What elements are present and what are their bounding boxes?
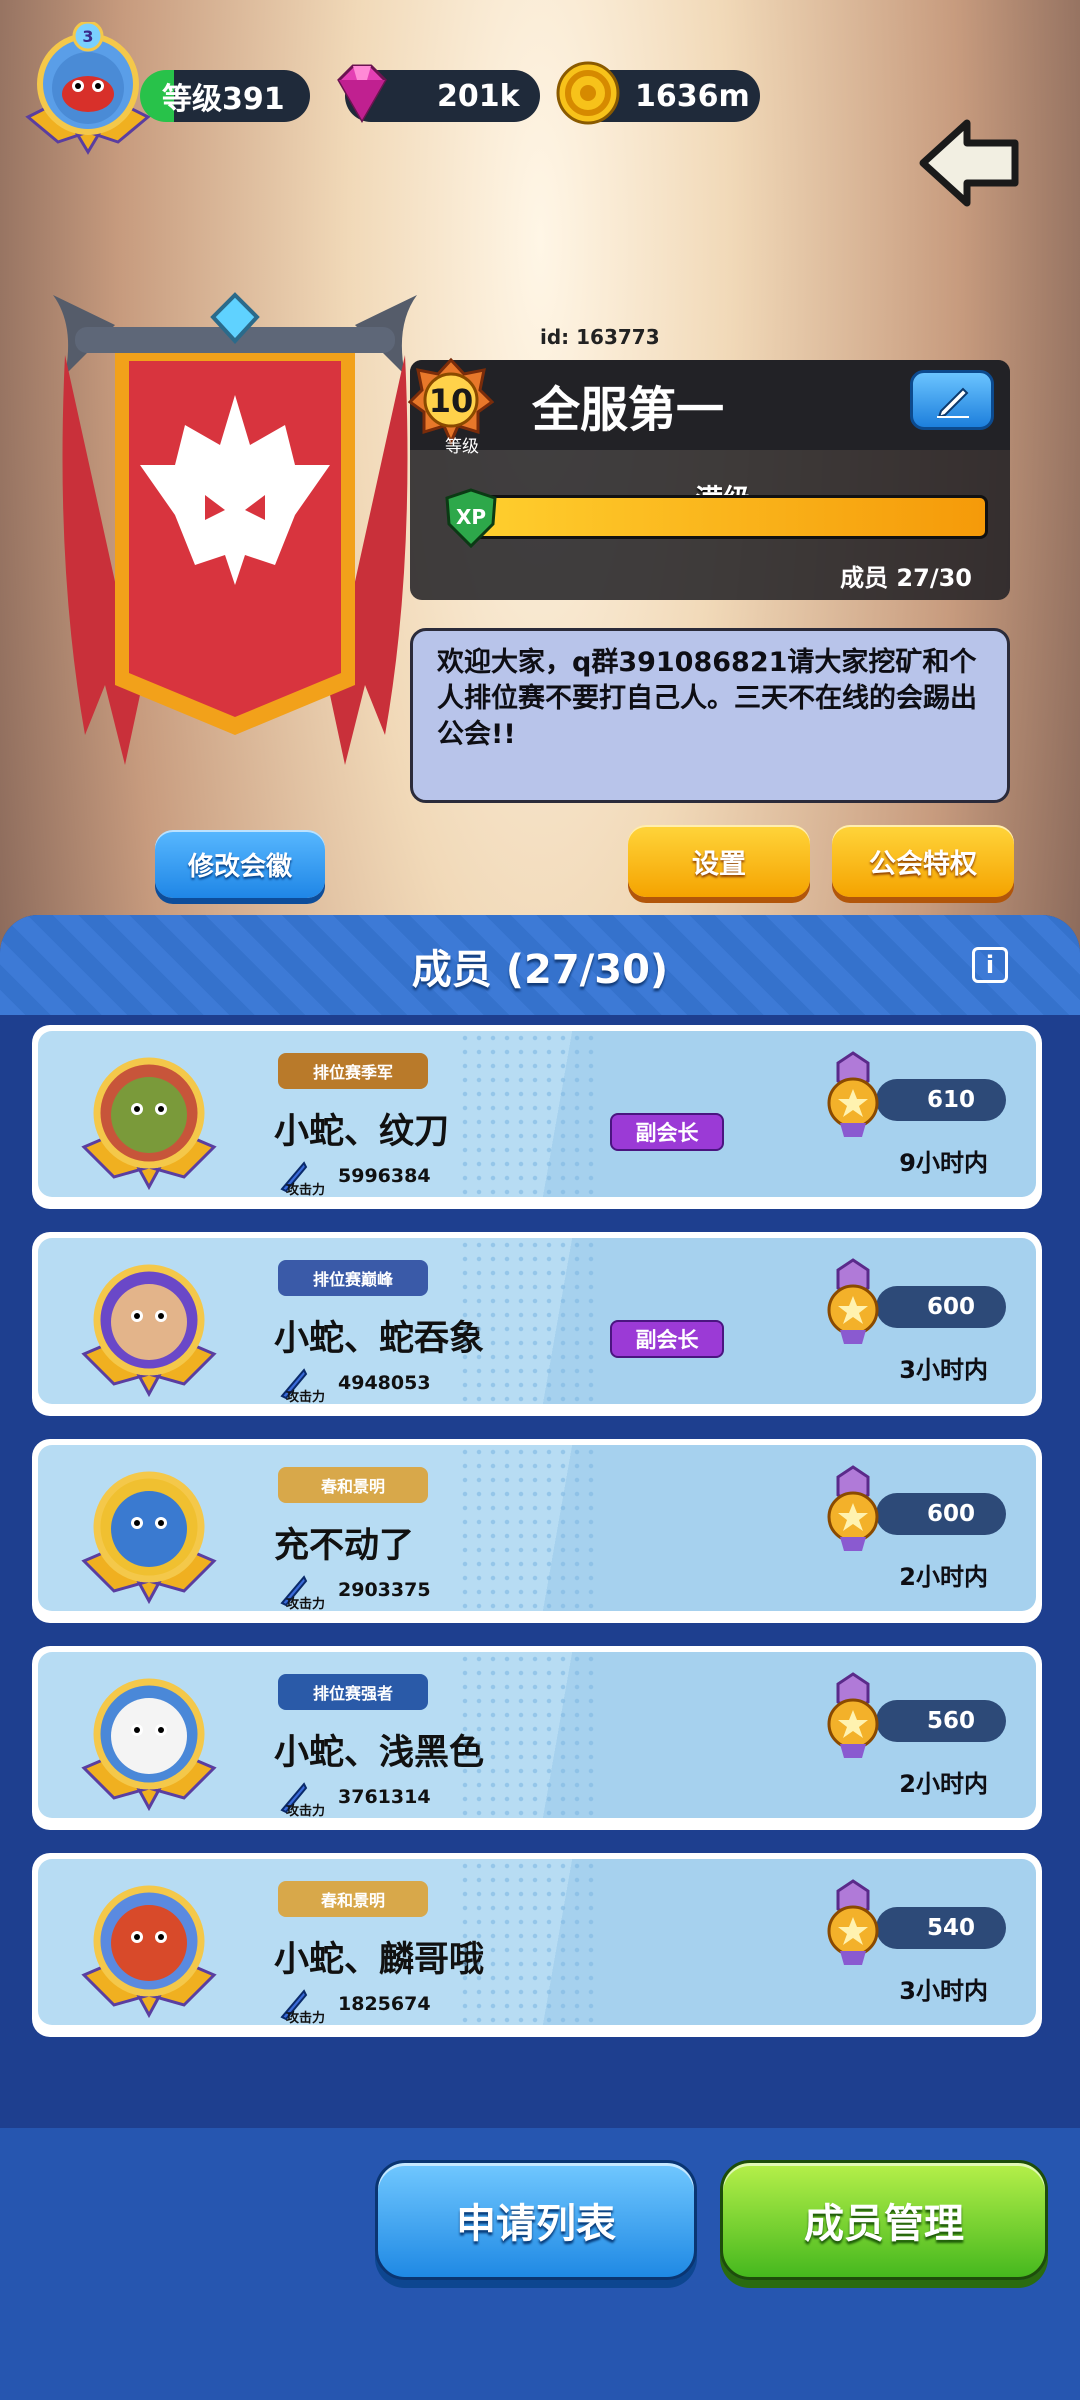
member-trophy-count: 560	[876, 1700, 1006, 1742]
player-level-pill: 等级391	[140, 70, 310, 122]
member-avatar-icon[interactable]	[74, 1865, 224, 2025]
gem-amount: 201k	[437, 78, 520, 114]
guild-privilege-button[interactable]: 公会特权	[832, 825, 1014, 897]
edit-emblem-button[interactable]: 修改会徽	[155, 830, 325, 898]
member-list[interactable]: 排位赛季军 小蛇、纹刀 攻击力 5996384 副会长 610 9小时内 排位赛…	[0, 1023, 1080, 2043]
top-bar: 3 等级391 201k 1636m	[0, 0, 1080, 207]
member-last-online: 2小时内	[899, 1563, 988, 1591]
member-title-badge: 排位赛季军	[278, 1053, 428, 1089]
member-trophy-count: 610	[876, 1079, 1006, 1121]
member-avatar-icon[interactable]	[74, 1037, 224, 1197]
guild-emblem-banner[interactable]	[45, 265, 425, 805]
member-name: 充不动了	[274, 1526, 415, 1566]
guild-xp-bar	[470, 495, 988, 539]
svg-text:3: 3	[82, 27, 93, 46]
member-name: 小蛇、蛇吞象	[274, 1319, 485, 1359]
member-row[interactable]: 春和景明 小蛇、麟哥哦 攻击力 1825674 540 3小时内	[32, 1853, 1042, 2037]
member-name: 小蛇、麟哥哦	[274, 1940, 485, 1980]
trophy-medal-icon	[827, 1672, 879, 1758]
member-last-online: 2小时内	[899, 1770, 988, 1798]
member-role-badge: 副会长	[610, 1320, 724, 1358]
attack-power-value: 2903375	[338, 1579, 431, 1601]
members-panel-header: 成员 (27/30) i	[0, 915, 1080, 1015]
trophy-medal-icon	[827, 1465, 879, 1551]
guild-title-row: 10 等级 全服第一	[408, 357, 1010, 457]
player-avatar-icon[interactable]: 3	[18, 22, 158, 162]
svg-text:XP: XP	[456, 505, 486, 529]
member-avatar-icon[interactable]	[74, 1244, 224, 1404]
member-last-online: 3小时内	[899, 1356, 988, 1384]
guild-level-caption: 等级	[445, 437, 479, 457]
member-title-badge: 春和景明	[278, 1881, 428, 1917]
trophy-medal-icon	[827, 1051, 879, 1137]
application-list-button[interactable]: 申请列表	[375, 2160, 697, 2280]
member-row[interactable]: 排位赛季军 小蛇、纹刀 攻击力 5996384 副会长 610 9小时内	[32, 1025, 1042, 1209]
member-title-badge: 排位赛强者	[278, 1674, 428, 1710]
attack-power-label: 攻击力	[286, 1597, 326, 1611]
member-row[interactable]: 排位赛强者 小蛇、浅黑色 攻击力 3761314 560 2小时内	[32, 1646, 1042, 1830]
coin-amount: 1636m	[635, 78, 750, 114]
member-row[interactable]: 排位赛巅峰 小蛇、蛇吞象 攻击力 4948053 副会长 600 3小时内	[32, 1232, 1042, 1416]
attack-power-value: 5996384	[338, 1165, 431, 1187]
member-row-body: 排位赛强者 小蛇、浅黑色 攻击力 3761314 560 2小时内	[38, 1652, 1036, 1818]
attack-power-label: 攻击力	[286, 2011, 326, 2025]
guild-info-card: 10 等级 全服第一 满级 XP 成员 27/30	[408, 357, 1010, 600]
members-panel-title: 成员 (27/30)	[411, 947, 669, 993]
attack-power-label: 攻击力	[286, 1390, 326, 1404]
member-row-body: 春和景明 充不动了 攻击力 2903375 600 2小时内	[38, 1445, 1036, 1611]
info-icon[interactable]: i	[972, 947, 1008, 983]
member-name: 小蛇、浅黑色	[274, 1733, 485, 1773]
svg-text:10: 10	[429, 382, 474, 420]
attack-power-value: 3761314	[338, 1786, 431, 1808]
member-title-badge: 排位赛巅峰	[278, 1260, 428, 1296]
pencil-icon	[937, 387, 969, 419]
edit-guild-name-button[interactable]	[910, 370, 994, 430]
attack-power-label: 攻击力	[286, 1183, 326, 1197]
member-role-badge: 副会长	[610, 1113, 724, 1151]
member-last-online: 9小时内	[899, 1149, 988, 1177]
guild-id: id: 163773	[540, 325, 660, 349]
member-row[interactable]: 春和景明 充不动了 攻击力 2903375 600 2小时内	[32, 1439, 1042, 1623]
trophy-medal-icon	[827, 1879, 879, 1965]
coin-counter[interactable]: 1636m	[556, 61, 760, 125]
player-level-label: 等级391	[162, 82, 285, 117]
gem-counter[interactable]: 201k	[337, 64, 540, 124]
guild-name: 全服第一	[532, 382, 725, 438]
trophy-medal-icon	[827, 1258, 879, 1344]
member-title-badge: 春和景明	[278, 1467, 428, 1503]
member-row-body: 春和景明 小蛇、麟哥哦 攻击力 1825674 540 3小时内	[38, 1859, 1036, 2025]
member-avatar-icon[interactable]	[74, 1451, 224, 1611]
member-trophy-count: 540	[876, 1907, 1006, 1949]
member-trophy-count: 600	[876, 1286, 1006, 1328]
member-trophy-count: 600	[876, 1493, 1006, 1535]
coin-icon	[556, 61, 620, 125]
member-name: 小蛇、纹刀	[274, 1112, 450, 1152]
guild-notice: 欢迎大家，q群391086821请大家挖矿和个人排位赛不要打自己人。三天不在线的…	[410, 628, 1010, 803]
attack-power-value: 4948053	[338, 1372, 431, 1394]
back-arrow-icon[interactable]	[915, 115, 1025, 210]
attack-power-value: 1825674	[338, 1993, 431, 2015]
member-management-button[interactable]: 成员管理	[720, 2160, 1048, 2280]
guild-member-count: 成员 27/30	[840, 564, 972, 592]
attack-power-label: 攻击力	[286, 1804, 326, 1818]
member-row-body: 排位赛巅峰 小蛇、蛇吞象 攻击力 4948053 副会长 600 3小时内	[38, 1238, 1036, 1404]
gem-icon	[337, 64, 387, 124]
member-row-body: 排位赛季军 小蛇、纹刀 攻击力 5996384 副会长 610 9小时内	[38, 1031, 1036, 1197]
settings-button[interactable]: 设置	[628, 825, 810, 897]
xp-shield-icon: XP	[445, 488, 497, 548]
member-avatar-icon[interactable]	[74, 1658, 224, 1818]
member-last-online: 3小时内	[899, 1977, 988, 2005]
